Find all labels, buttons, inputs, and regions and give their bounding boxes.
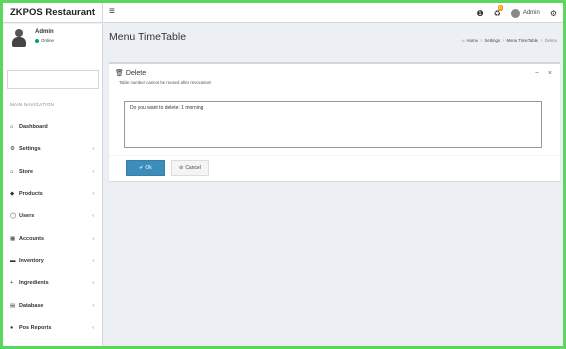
inventory-icon: ▬ xyxy=(10,257,16,264)
sidebar-item-products[interactable]: ◆ Products ‹ xyxy=(3,183,102,205)
notification-badge: 0 xyxy=(497,4,504,11)
chevron-left-icon: ‹ xyxy=(92,146,94,153)
user-status-label: Online xyxy=(41,38,55,43)
reports-icon: ● xyxy=(10,324,14,331)
user-menu-label: Admin xyxy=(522,10,540,16)
sidebar-item-inventory[interactable]: ▬ Inventory ‹ xyxy=(3,250,102,272)
box-title: 🗑 Delete xyxy=(115,69,147,78)
user-panel: Admin Online xyxy=(3,24,102,64)
button-row: ✔ Ok ⊘ Cancel xyxy=(109,155,560,181)
chevron-left-icon: ‹ xyxy=(92,213,94,220)
sidebar-menu: ⌂ Dashboard ⚙ Settings ‹ ⌂ Store ‹ ◆ Products ‹ ◯ Us… xyxy=(3,116,102,339)
ok-button[interactable]: ✔ Ok xyxy=(126,160,165,176)
chevron-left-icon: ‹ xyxy=(92,324,94,331)
sidebar-search-input[interactable] xyxy=(7,70,99,89)
gear-icon: ⚙ xyxy=(10,146,15,153)
sidebar-item-label: Accounts xyxy=(19,235,45,242)
breadcrumb-home-icon: ⌂ xyxy=(461,38,465,43)
cancel-button[interactable]: ⊘ Cancel xyxy=(171,160,209,176)
dashboard-icon: ⌂ xyxy=(10,124,14,131)
breadcrumb-delete: Delete xyxy=(544,38,557,43)
sidebar-item-ingredients[interactable]: + Ingredients ‹ xyxy=(3,272,102,294)
plus-icon: + xyxy=(10,280,14,287)
sidebar-item-users[interactable]: ◯ Users ‹ xyxy=(3,205,102,227)
app-logo[interactable]: ZKPOS Restaurant xyxy=(3,3,103,23)
chevron-left-icon: ‹ xyxy=(92,302,94,309)
sidebar-item-label: Products xyxy=(19,191,43,198)
chevron-left-icon: ‹ xyxy=(92,257,94,264)
breadcrumb-home[interactable]: Home xyxy=(467,38,478,43)
user-name: Admin xyxy=(35,29,54,35)
nav-header: MAIN NAVIGATION xyxy=(10,102,55,107)
page-title: Menu TimeTable xyxy=(109,31,187,43)
sidebar-item-store[interactable]: ⌂ Store ‹ xyxy=(3,161,102,183)
sidebar-item-database[interactable]: ▤ Database ‹ xyxy=(3,294,102,316)
box-title-label: Delete xyxy=(125,69,147,77)
settings-gear-icon[interactable]: ⚙ xyxy=(550,9,557,18)
chevron-left-icon: ‹ xyxy=(92,280,94,287)
breadcrumb-settings[interactable]: Settings xyxy=(484,38,500,43)
check-icon: ✔ xyxy=(139,165,144,171)
bell-icon[interactable]: ♻ 0 xyxy=(494,4,504,18)
trash-icon: 🗑 xyxy=(115,70,124,77)
ok-button-label: Ok xyxy=(145,165,152,171)
online-dot-icon xyxy=(35,38,39,43)
sidebar-item-accounts[interactable]: ▦ Accounts ‹ xyxy=(3,227,102,249)
delete-confirmation-textarea[interactable]: Do you want to delete: 1 morning xyxy=(124,101,542,148)
top-navbar: ≡ ❶ ♻ 0 Admin ⚙ xyxy=(103,3,563,23)
user-status: Online xyxy=(35,38,54,43)
sidebar-item-dashboard[interactable]: ⌂ Dashboard xyxy=(3,116,102,138)
home-icon: ⌂ xyxy=(10,168,14,175)
sidebar-item-settings[interactable]: ⚙ Settings ‹ xyxy=(3,138,102,160)
info-icon[interactable]: ❶ xyxy=(476,9,483,18)
user-icon: ◯ xyxy=(10,213,17,220)
ban-icon: ⊘ xyxy=(179,165,184,171)
sidebar-item-label: Inventory xyxy=(19,257,44,264)
products-icon: ◆ xyxy=(10,191,15,198)
accounts-icon: ▦ xyxy=(10,235,16,242)
box-subtitle: Table number cannot be reused after revo… xyxy=(119,80,212,85)
chevron-left-icon: ‹ xyxy=(92,191,94,198)
chevron-left-icon: ‹ xyxy=(92,235,94,242)
breadcrumb-menu-timetable[interactable]: Menu TimeTable xyxy=(507,38,539,43)
sidebar-item-label: Ingredients xyxy=(19,280,49,287)
menu-toggle-icon[interactable]: ≡ xyxy=(109,6,115,17)
sidebar-item-label: Settings xyxy=(19,146,41,153)
sidebar-item-label: Users xyxy=(19,213,35,220)
content-header: Menu TimeTable ⌂ Home > Settings > Menu … xyxy=(109,29,557,51)
breadcrumb: ⌂ Home > Settings > Menu TimeTable > Del… xyxy=(461,38,557,43)
chevron-left-icon: ‹ xyxy=(92,168,94,175)
close-icon[interactable]: × xyxy=(548,70,552,77)
navbar-right: ❶ ♻ 0 Admin ⚙ xyxy=(476,3,557,23)
avatar xyxy=(510,8,520,18)
app-window: ZKPOS Restaurant ≡ ❶ ♻ 0 Admin ⚙ Admin On… xyxy=(0,0,566,349)
box-tools: − × xyxy=(535,70,552,77)
sidebar-item-label: Dashboard xyxy=(19,124,48,131)
database-icon: ▤ xyxy=(10,302,16,309)
sidebar-item-label: Database xyxy=(19,302,44,309)
user-avatar-icon xyxy=(11,29,27,47)
delete-box: 🗑 Delete Table number cannot be reused a… xyxy=(109,62,560,181)
sidebar-item-label: Store xyxy=(19,168,34,175)
sidebar: Admin Online MAIN NAVIGATION ⌂ Dashboard ⚙… xyxy=(3,24,103,346)
collapse-icon[interactable]: − xyxy=(535,70,539,77)
cancel-button-label: Cancel xyxy=(185,165,201,171)
sidebar-item-label: Pos Reports xyxy=(19,324,52,331)
sidebar-item-pos-reports[interactable]: ● Pos Reports ‹ xyxy=(3,317,102,339)
user-menu[interactable]: Admin xyxy=(510,8,540,18)
